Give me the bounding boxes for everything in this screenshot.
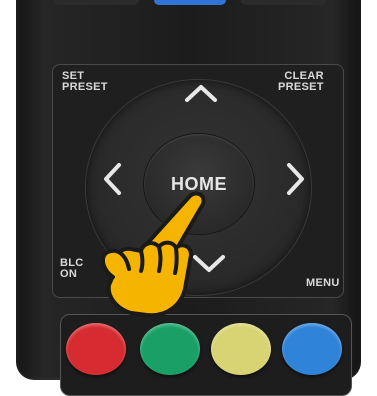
top-right-button[interactable] bbox=[241, 0, 326, 5]
chevron-right-icon[interactable] bbox=[286, 162, 306, 196]
blue-button[interactable] bbox=[282, 323, 342, 375]
yellow-button[interactable] bbox=[211, 323, 271, 375]
menu-label: MENU bbox=[306, 277, 340, 289]
green-button[interactable] bbox=[140, 323, 200, 375]
top-blue-button[interactable] bbox=[154, 0, 226, 5]
chevron-up-icon[interactable] bbox=[184, 83, 218, 103]
pointing-hand-icon bbox=[101, 191, 206, 318]
top-left-button[interactable] bbox=[54, 0, 139, 5]
blc-on-label: BLC ON bbox=[60, 257, 84, 280]
red-button[interactable] bbox=[66, 323, 126, 375]
clear-preset-label: CLEAR PRESET bbox=[278, 70, 324, 93]
set-preset-label: SET PRESET bbox=[62, 70, 108, 93]
